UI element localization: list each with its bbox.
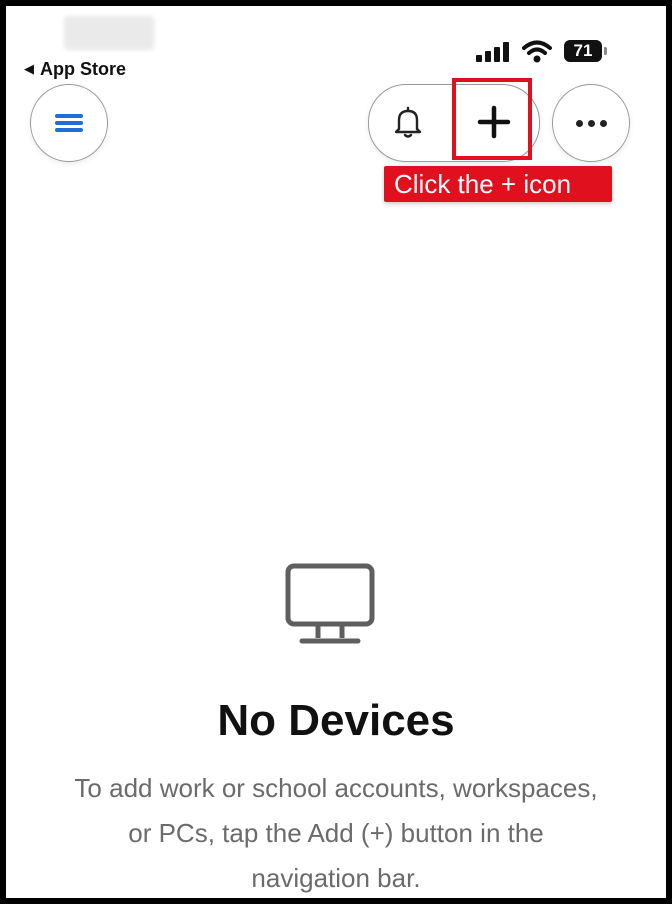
monitor-icon (282, 562, 378, 652)
bell-icon[interactable] (388, 102, 428, 142)
ellipsis-icon (575, 119, 607, 127)
cellular-signal-icon (476, 42, 510, 62)
app-screen: 71 ◀ App Store Click the + icon No Devic… (0, 0, 672, 904)
back-to-app-store-link[interactable]: ◀ App Store (24, 58, 126, 80)
empty-state-title: No Devices (217, 696, 455, 745)
battery-indicator: 71 (564, 40, 607, 62)
more-options-button[interactable] (552, 84, 630, 162)
menu-button[interactable] (30, 84, 108, 162)
status-time-redacted (64, 16, 154, 50)
hamburger-menu-icon (55, 114, 83, 132)
battery-level: 71 (573, 41, 593, 60)
status-bar-icons: 71 (476, 36, 616, 66)
back-caret-icon: ◀ (24, 61, 34, 76)
instruction-callout: Click the + icon (384, 166, 612, 202)
add-button-highlight (452, 78, 532, 160)
empty-state-description: To add work or school accounts, workspac… (74, 773, 598, 893)
wifi-icon (522, 40, 552, 64)
back-label: App Store (40, 58, 127, 79)
